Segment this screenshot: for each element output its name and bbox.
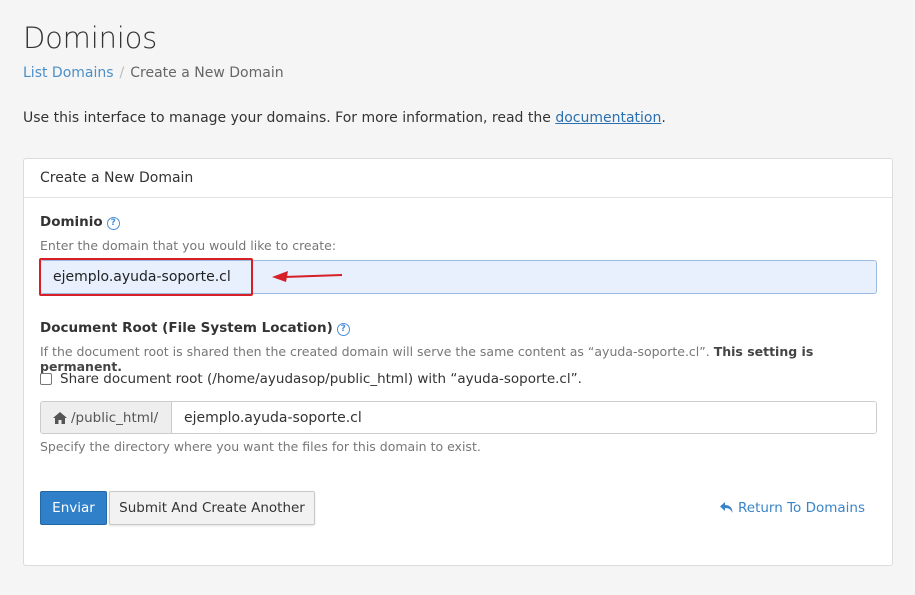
- documentation-link[interactable]: documentation: [555, 110, 661, 126]
- intro-text-body: Use this interface to manage your domain…: [23, 110, 556, 126]
- docroot-input[interactable]: [172, 402, 876, 433]
- breadcrumb-separator: /: [119, 65, 125, 81]
- submit-and-create-another-button[interactable]: Submit And Create Another: [109, 491, 315, 525]
- breadcrumb-current: Create a New Domain: [130, 65, 284, 81]
- docroot-label-text: Document Root (File System Location): [40, 320, 333, 336]
- docroot-prefix: /public_html/: [41, 402, 172, 433]
- intro-text: Use this interface to manage your domain…: [23, 110, 666, 126]
- share-docroot-checkbox-row[interactable]: Share document root (/home/ayudasop/publ…: [40, 371, 582, 387]
- docroot-help: Specify the directory where you want the…: [40, 439, 481, 454]
- docroot-input-group: /public_html/: [40, 401, 877, 434]
- panel-heading: Create a New Domain: [24, 159, 892, 198]
- return-to-domains-label: Return To Domains: [737, 500, 865, 516]
- return-to-domains-link[interactable]: Return To Domains: [719, 500, 865, 516]
- create-domain-panel: Create a New Domain Dominio? Enter the d…: [23, 158, 893, 566]
- domain-hint: Enter the domain that you would like to …: [40, 238, 337, 253]
- docroot-hint-text: If the document root is shared then the …: [40, 344, 714, 359]
- domain-label-text: Dominio: [40, 214, 103, 230]
- question-circle-icon[interactable]: ?: [336, 323, 350, 336]
- domain-label: Dominio?: [40, 214, 120, 230]
- question-circle-icon[interactable]: ?: [106, 217, 120, 230]
- undo-arrow-icon: [719, 502, 734, 514]
- docroot-hint: If the document root is shared then the …: [40, 344, 892, 374]
- submit-button[interactable]: Enviar: [40, 491, 107, 525]
- breadcrumb: List Domains / Create a New Domain: [23, 65, 284, 81]
- docroot-label: Document Root (File System Location)?: [40, 320, 350, 336]
- home-icon: [53, 411, 67, 424]
- page-title: Dominios: [23, 21, 158, 55]
- domain-input[interactable]: [40, 260, 877, 294]
- intro-text-suffix: .: [661, 110, 666, 126]
- share-docroot-checkbox[interactable]: [40, 373, 52, 385]
- share-docroot-label: Share document root (/home/ayudasop/publ…: [60, 371, 582, 387]
- breadcrumb-list-domains-link[interactable]: List Domains: [23, 65, 114, 81]
- docroot-prefix-text: /public_html/: [71, 409, 159, 426]
- annotation-arrow-icon: [272, 271, 343, 282]
